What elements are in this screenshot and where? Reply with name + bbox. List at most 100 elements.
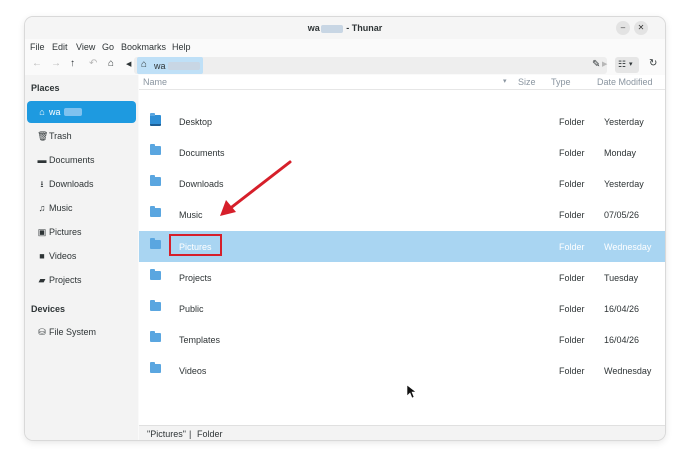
picture-icon: ▣ bbox=[37, 227, 47, 237]
file-name: Videos bbox=[179, 366, 207, 376]
file-type: Folder bbox=[559, 210, 585, 220]
file-name: Public bbox=[179, 304, 204, 314]
column-type[interactable]: Type bbox=[551, 77, 571, 87]
table-row-selected[interactable]: Pictures Folder Wednesday bbox=[139, 231, 665, 262]
file-type: Folder bbox=[559, 304, 585, 314]
minimize-button[interactable]: – bbox=[616, 21, 630, 35]
table-row[interactable]: Videos Folder Wednesday bbox=[139, 355, 665, 386]
video-icon: ■ bbox=[39, 251, 45, 261]
menu-help[interactable]: Help bbox=[172, 42, 191, 52]
templates-folder-icon bbox=[150, 331, 161, 342]
file-name: Downloads bbox=[179, 179, 224, 189]
file-date: Tuesday bbox=[604, 273, 639, 283]
sidebar-item-file-system[interactable]: ⛁ File System bbox=[27, 322, 136, 342]
table-row[interactable]: Desktop Folder Yesterday bbox=[139, 106, 665, 137]
table-row[interactable]: Documents Folder Monday bbox=[139, 137, 665, 168]
chevron-left-icon[interactable]: ◀ bbox=[126, 60, 131, 68]
menu-go[interactable]: Go bbox=[102, 42, 114, 52]
file-name: Templates bbox=[179, 335, 221, 345]
sidebar: Places ⌂ wa 🗑 Trash ▬ Documents ⭳ Downlo… bbox=[25, 75, 138, 440]
home-folder-icon: ⌂ bbox=[39, 107, 45, 117]
column-size[interactable]: Size bbox=[518, 77, 536, 87]
path-crumb-label: wa bbox=[154, 61, 166, 71]
table-row[interactable]: Music Folder 07/05/26 bbox=[139, 199, 665, 230]
sidebar-item-label: Videos bbox=[49, 251, 77, 261]
file-date: 16/04/26 bbox=[604, 335, 640, 345]
drive-icon: ⛁ bbox=[38, 327, 46, 337]
pictures-folder-icon bbox=[150, 238, 161, 249]
sidebar-item-videos[interactable]: ■ Videos bbox=[27, 246, 136, 266]
undo-icon[interactable]: ↶ bbox=[89, 58, 97, 69]
file-list: Name ▾ Size Type Date Modified Desktop F… bbox=[139, 75, 665, 425]
sidebar-item-label: wa bbox=[49, 107, 61, 117]
chevron-right-icon[interactable]: ▶ bbox=[602, 60, 607, 68]
music-icon: ♫ bbox=[38, 203, 46, 213]
home-icon[interactable]: ⌂ bbox=[108, 58, 114, 69]
file-type: Folder bbox=[559, 117, 585, 127]
window-title-app: - Thunar bbox=[346, 23, 383, 33]
sort-chevron-icon[interactable]: ▾ bbox=[503, 77, 507, 85]
annotation-highlight-box bbox=[169, 234, 222, 256]
file-date: Yesterday bbox=[604, 117, 644, 127]
sidebar-item-documents[interactable]: ▬ Documents bbox=[27, 150, 136, 170]
sidebar-item-downloads[interactable]: ⭳ Downloads bbox=[27, 174, 136, 194]
menu-edit[interactable]: Edit bbox=[52, 42, 68, 52]
view-mode-button[interactable]: ☷ ▾ bbox=[615, 57, 639, 73]
file-name: Documents bbox=[179, 148, 225, 158]
table-row[interactable]: Public Folder 16/04/26 bbox=[139, 293, 665, 324]
toolbar: ← → ↑ ↶ ⌂ ◀ ⌂ wa ✎ ▶ ☷ ▾ ↻ bbox=[25, 55, 665, 75]
menu-view[interactable]: View bbox=[76, 42, 95, 52]
status-kind: Folder bbox=[197, 429, 223, 439]
back-icon[interactable]: ← bbox=[32, 58, 42, 69]
sidebar-item-pictures[interactable]: ▣ Pictures bbox=[27, 222, 136, 242]
edit-location-icon[interactable]: ✎ bbox=[592, 59, 600, 70]
document-icon: ▬ bbox=[37, 155, 47, 165]
public-folder-icon bbox=[150, 300, 161, 311]
chevron-down-icon: ▾ bbox=[629, 61, 633, 68]
table-row[interactable]: Projects Folder Tuesday bbox=[139, 262, 665, 293]
places-header: Places bbox=[31, 83, 60, 93]
location-bar[interactable]: ⌂ wa ✎ bbox=[134, 57, 607, 74]
downloads-folder-icon bbox=[150, 175, 161, 186]
file-date: Monday bbox=[604, 148, 637, 158]
file-name: Desktop bbox=[179, 117, 213, 127]
menu-bookmarks[interactable]: Bookmarks bbox=[121, 42, 166, 52]
file-date: 16/04/26 bbox=[604, 304, 640, 314]
column-name[interactable]: Name bbox=[143, 77, 167, 87]
thunar-window: wa - Thunar – ✕ File Edit View Go Bookma… bbox=[25, 17, 665, 440]
close-button[interactable]: ✕ bbox=[634, 21, 648, 35]
sidebar-item-label: Projects bbox=[49, 275, 82, 285]
sidebar-item-label: Pictures bbox=[49, 227, 82, 237]
reload-icon[interactable]: ↻ bbox=[649, 58, 657, 69]
file-date: Yesterday bbox=[604, 179, 644, 189]
sidebar-item-label: Documents bbox=[49, 155, 95, 165]
status-separator: | bbox=[189, 429, 192, 439]
sidebar-item-home[interactable]: ⌂ wa bbox=[27, 101, 136, 123]
home-icon: ⌂ bbox=[141, 59, 148, 70]
file-type: Folder bbox=[559, 179, 585, 189]
window-title: wa - Thunar bbox=[25, 23, 665, 33]
column-date-modified[interactable]: Date Modified bbox=[597, 77, 653, 87]
table-row[interactable]: Templates Folder 16/04/26 bbox=[139, 324, 665, 355]
up-icon[interactable]: ↑ bbox=[70, 58, 75, 69]
sidebar-item-music[interactable]: ♫ Music bbox=[27, 198, 136, 218]
sidebar-item-label: Trash bbox=[49, 131, 72, 141]
file-type: Folder bbox=[559, 242, 585, 252]
table-row[interactable]: Downloads Folder Yesterday bbox=[139, 168, 665, 199]
forward-icon[interactable]: → bbox=[51, 58, 61, 69]
file-type: Folder bbox=[559, 273, 585, 283]
file-date: 07/05/26 bbox=[604, 210, 640, 220]
list-view-icon: ☷ bbox=[618, 59, 627, 69]
sidebar-item-label: File System bbox=[49, 327, 97, 337]
title-bar: wa - Thunar – ✕ bbox=[25, 17, 665, 39]
path-crumb-home[interactable]: ⌂ wa bbox=[137, 57, 203, 74]
devices-header: Devices bbox=[31, 304, 66, 314]
menu-bar: File Edit View Go Bookmarks Help bbox=[25, 39, 665, 55]
folder-icon: ▰ bbox=[38, 275, 46, 285]
status-bar: "Pictures" | Folder bbox=[139, 425, 665, 440]
sidebar-item-trash[interactable]: 🗑 Trash bbox=[27, 126, 136, 146]
sidebar-item-projects[interactable]: ▰ Projects bbox=[27, 270, 136, 290]
redacted-blur bbox=[168, 62, 200, 70]
documents-folder-icon bbox=[150, 144, 161, 155]
menu-file[interactable]: File bbox=[30, 42, 45, 52]
